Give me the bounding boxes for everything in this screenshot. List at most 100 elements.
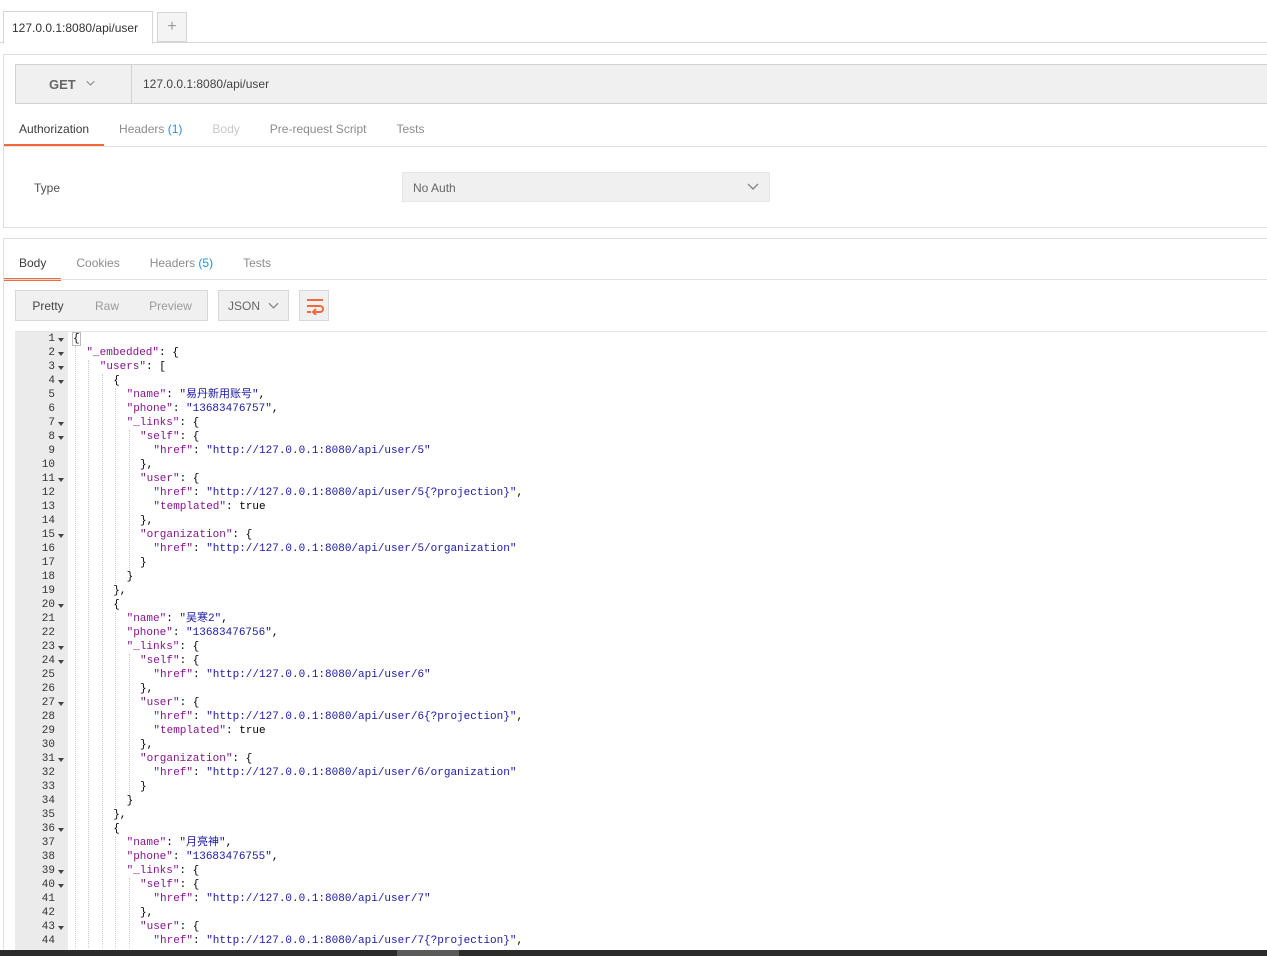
view-preview-button[interactable]: Preview — [134, 291, 207, 320]
code-line: { — [72, 332, 81, 346]
fold-toggle-icon[interactable] — [58, 696, 64, 710]
json-key: "organization" — [140, 529, 233, 541]
line-number: 2 — [48, 347, 55, 359]
json-punctuation: : { — [179, 641, 200, 653]
fold-toggle-icon[interactable] — [58, 752, 64, 766]
indent-guide — [128, 654, 130, 794]
fold-toggle-icon[interactable] — [58, 822, 64, 836]
tab-response-tests[interactable]: Tests — [228, 243, 286, 281]
code-line: "phone": "13683476755", — [127, 850, 279, 864]
json-punctuation: : true — [226, 501, 266, 513]
json-punctuation: : — [172, 627, 187, 639]
json-punctuation: }, — [140, 739, 154, 751]
wrap-lines-button[interactable] — [299, 290, 329, 321]
code-line: }, — [140, 514, 153, 528]
tab-body[interactable]: Body — [197, 109, 254, 147]
code-line: "phone": "13683476757", — [127, 402, 279, 416]
method-select[interactable]: GET — [16, 65, 132, 103]
indent-guide — [115, 388, 117, 584]
json-string: "http://127.0.0.1:8080/api/user/5" — [206, 445, 431, 457]
indent-guide — [75, 346, 76, 948]
line-number: 8 — [48, 431, 55, 443]
line-number: 9 — [48, 445, 55, 457]
auth-type-select[interactable]: No Auth — [402, 172, 770, 202]
response-panel: Body Cookies Headers (5) Tests Pretty Ra… — [3, 238, 1267, 956]
fold-toggle-icon[interactable] — [58, 374, 64, 388]
tab-label: Headers — [149, 256, 196, 270]
tab-tests[interactable]: Tests — [381, 109, 439, 147]
json-key: "self" — [140, 879, 180, 891]
tab-response-body[interactable]: Body — [4, 243, 62, 281]
code-line: "users": [ — [100, 360, 166, 374]
fold-toggle-icon[interactable] — [58, 640, 64, 654]
fold-toggle-icon[interactable] — [58, 654, 64, 668]
request-tab-active[interactable]: 127.0.0.1:8080/api/user — [3, 11, 153, 44]
fold-toggle-icon[interactable] — [58, 864, 64, 878]
view-pretty-button[interactable]: Pretty — [16, 291, 80, 320]
line-number: 29 — [41, 725, 55, 737]
fold-toggle-icon[interactable] — [58, 598, 64, 612]
code-line: "user": { — [140, 472, 199, 486]
horizontal-scrollbar-track[interactable] — [0, 950, 1267, 956]
tab-authorization[interactable]: Authorization — [4, 109, 105, 147]
fold-toggle-icon[interactable] — [58, 346, 64, 360]
auth-type-value: No Auth — [413, 181, 456, 195]
view-raw-button[interactable]: Raw — [80, 291, 134, 320]
url-input[interactable] — [133, 65, 1267, 103]
code-line: }, — [140, 682, 153, 696]
code-line: "self": { — [140, 878, 199, 892]
code-line: "href": "http://127.0.0.1:8080/api/user/… — [153, 710, 523, 724]
json-key: "users" — [99, 361, 147, 373]
code-line: "organization": { — [140, 752, 252, 766]
json-punctuation: : — [193, 445, 207, 457]
json-string: "http://127.0.0.1:8080/api/user/6" — [206, 669, 431, 681]
chevron-down-icon — [268, 302, 279, 309]
response-code-editor[interactable]: 1 2 3 4 5 6 7 8 9 10 11 12 13 14 15 16 17 18 19 20 21 22 23 24 2… — [15, 331, 1267, 956]
format-select[interactable]: JSON — [218, 290, 289, 321]
fold-toggle-icon[interactable] — [58, 416, 64, 430]
new-tab-button[interactable]: + — [157, 12, 187, 42]
line-number: 21 — [41, 613, 55, 625]
method-label: GET — [49, 77, 76, 92]
line-number: 6 — [48, 403, 55, 415]
json-string: "http://127.0.0.1:8080/api/user/6{?proje… — [206, 711, 517, 723]
tab-label: Body — [212, 122, 240, 136]
line-number: 23 — [41, 641, 55, 653]
indent-guide — [101, 374, 103, 948]
json-string: "易丹新用账号" — [179, 389, 259, 401]
tab-pre-request-script[interactable]: Pre-request Script — [255, 109, 382, 147]
json-key: "self" — [140, 655, 180, 667]
code-area[interactable]: {"_embedded": {"users": [{"name": "易丹新用账… — [68, 332, 1267, 956]
json-key: "href" — [153, 487, 193, 499]
tab-headers[interactable]: Headers (1) — [104, 109, 197, 147]
fold-toggle-icon[interactable] — [58, 878, 64, 892]
line-number: 30 — [41, 739, 55, 751]
json-punctuation: { — [113, 599, 120, 611]
fold-toggle-icon[interactable] — [58, 430, 64, 444]
json-punctuation: } — [140, 781, 147, 793]
fold-toggle-icon[interactable] — [58, 360, 64, 374]
line-number: 13 — [41, 501, 55, 513]
fold-toggle-icon[interactable] — [58, 472, 64, 486]
code-line: "self": { — [140, 654, 199, 668]
response-tabs: Body Cookies Headers (5) Tests — [4, 243, 286, 281]
code-line: "user": { — [140, 696, 199, 710]
horizontal-scrollbar-thumb[interactable] — [397, 950, 459, 956]
json-punctuation: : { — [179, 655, 200, 667]
tab-response-headers[interactable]: Headers (5) — [135, 243, 228, 281]
fold-toggle-icon[interactable] — [58, 920, 64, 934]
json-key: "user" — [140, 473, 180, 485]
tab-label: Headers — [119, 122, 165, 136]
json-key: "phone" — [126, 627, 173, 639]
fold-toggle-icon[interactable] — [58, 332, 64, 346]
fold-toggle-icon[interactable] — [58, 528, 64, 542]
json-string: "13683476756" — [186, 627, 272, 639]
line-number: 1 — [48, 333, 55, 345]
json-key: "href" — [153, 669, 193, 681]
json-key: "href" — [153, 893, 193, 905]
line-number: 32 — [41, 767, 55, 779]
wrap-lines-icon — [307, 299, 324, 315]
indent-guide — [128, 430, 130, 570]
tab-label: Body — [19, 256, 47, 270]
tab-cookies[interactable]: Cookies — [61, 243, 134, 281]
